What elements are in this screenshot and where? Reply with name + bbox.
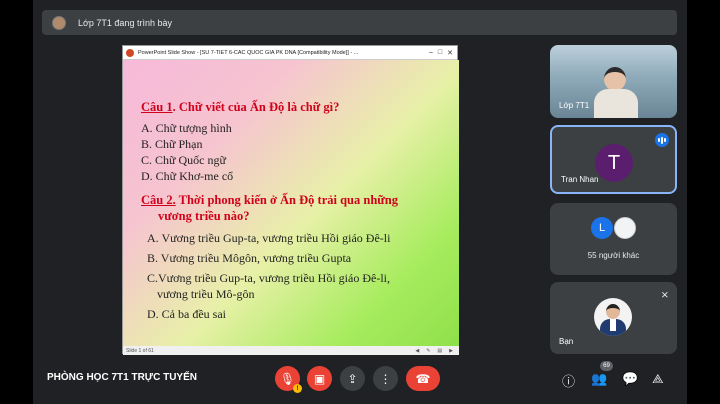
question-2-title-line2: vương triều nào? <box>158 209 250 223</box>
q1-option-a: A. Chữ tượng hình <box>141 121 232 135</box>
present-button[interactable]: ⇪ <box>340 366 365 391</box>
meet-window: Lớp 7T1 đang trình bày PowerPoint Slide … <box>33 0 687 404</box>
self-avatar <box>594 298 632 336</box>
camera-toggle-button[interactable]: ▣ <box>307 366 332 391</box>
q1-option-d: D. Chữ Khơ-me cổ <box>141 169 234 183</box>
presenter-tile[interactable]: Lớp 7T1 <box>550 45 677 118</box>
presenter-tile-label: Lớp 7T1 <box>559 101 590 110</box>
info-icon[interactable]: ⓘ <box>562 371 575 390</box>
more-options-button[interactable]: ⋮ <box>373 366 398 391</box>
warning-icon: ! <box>293 384 302 393</box>
q2-option-c: C.Vương triều Gup-ta, vương triều Hồi gi… <box>147 271 390 285</box>
ppt-titlebar: PowerPoint Slide Show - [SU 7-TIET 6-CAC… <box>123 46 457 60</box>
slideshow-statusbar: Slide 1 of 61 ◀ ✎ ▤ ▶ <box>123 346 459 355</box>
more-icon: ⋮ <box>379 371 392 386</box>
left-letterbox <box>0 0 33 404</box>
right-letterbox <box>687 0 720 404</box>
slide-counter: Slide 1 of 61 <box>126 347 154 354</box>
question-2-title: Câu 2. Thời phong kiến ở Ấn Độ trải qua … <box>141 193 398 207</box>
ppt-window-title: PowerPoint Slide Show - [SU 7-TIET 6-CAC… <box>138 49 359 56</box>
question-1-title: Câu 1. Chữ viết của Ấn Độ là chữ gì? <box>141 100 340 114</box>
people-icon[interactable]: 👥 <box>591 371 607 387</box>
q2-option-b: B. Vương triều Môgôn, vương triều Gupta <box>147 251 352 265</box>
question-2-number: Câu 2. <box>141 193 176 207</box>
powerpoint-icon <box>126 48 134 57</box>
mic-toggle-button[interactable]: 🎙 ! <box>275 366 302 393</box>
q1-option-b: B. Chữ Phạn <box>141 137 203 151</box>
others-tile[interactable]: L 55 người khác <box>550 203 677 275</box>
participant-avatar: T <box>595 144 633 182</box>
mic-off-icon: 🎙 <box>279 371 296 386</box>
prev-slide-icon[interactable]: ◀ <box>415 348 419 354</box>
activities-icon[interactable]: ⟁ <box>652 371 664 387</box>
close-button[interactable]: ✕ <box>447 49 453 57</box>
camera-off-icon: ▣ <box>313 371 326 386</box>
q2-option-d: D. Cả ba đều sai <box>147 307 226 321</box>
maximize-button[interactable]: □ <box>438 49 442 57</box>
self-label: Bạn <box>559 337 574 346</box>
presenter-video <box>594 67 640 118</box>
presenter-banner: Lớp 7T1 đang trình bày <box>42 10 677 35</box>
participant-tile-tran-nhan[interactable]: T Tran Nhan <box>550 125 677 194</box>
self-mic-off-icon: ⨯ <box>660 290 669 301</box>
next-slide-icon[interactable]: ▶ <box>449 348 453 354</box>
end-call-icon: ☎ <box>415 371 431 386</box>
self-tile[interactable]: ⨯ Bạn <box>550 282 677 354</box>
pen-icon[interactable]: ✎ <box>426 348 430 354</box>
minimize-button[interactable]: – <box>429 49 433 57</box>
others-avatar: L <box>591 217 613 239</box>
participant-count-badge: 69 <box>600 361 613 371</box>
question-1-number: Câu 1 <box>141 100 173 114</box>
speaking-indicator-icon <box>655 133 669 147</box>
meeting-name: PHÒNG HỌC 7T1 TRỰC TUYẾN <box>47 372 197 383</box>
others-avatar-photo <box>614 217 636 239</box>
participant-name: Tran Nhan <box>561 175 599 184</box>
presenter-status: Lớp 7T1 đang trình bày <box>78 17 172 28</box>
leave-call-button[interactable]: ☎ <box>406 366 440 391</box>
others-count: 55 người khác <box>587 251 640 260</box>
presentation-window: PowerPoint Slide Show - [SU 7-TIET 6-CAC… <box>122 45 459 355</box>
slide-menu-icon[interactable]: ▤ <box>437 348 442 354</box>
q2-option-a: A. Vương triều Gup-ta, vương triều Hồi g… <box>147 231 391 245</box>
slide-content: Câu 1. Chữ viết của Ấn Độ là chữ gì? A. … <box>123 60 459 346</box>
presenter-avatar <box>52 15 66 30</box>
q2-option-c-cont: vương triều Mô-gôn <box>157 287 255 301</box>
chat-icon[interactable]: 💬 <box>622 371 638 387</box>
q1-option-c: C. Chữ Quốc ngữ <box>141 153 227 167</box>
present-icon: ⇪ <box>347 371 358 386</box>
